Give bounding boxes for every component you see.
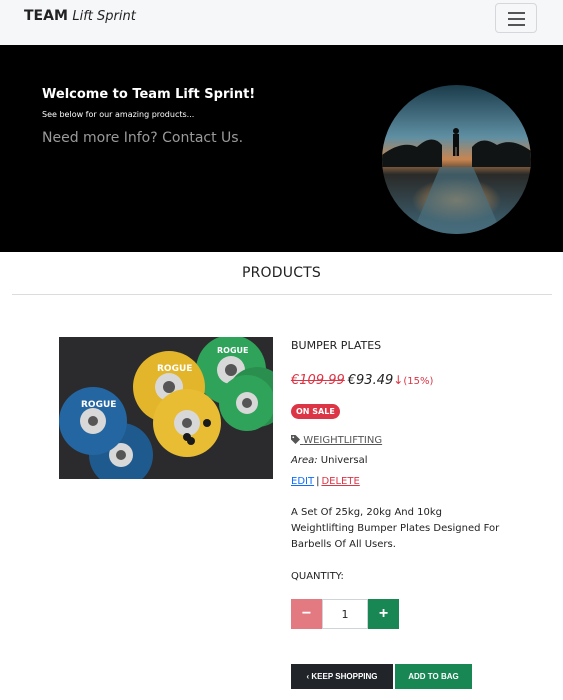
hero-title: Welcome to Team Lift Sprint! (42, 87, 256, 102)
plate-brand-text: ROGUE (81, 400, 116, 410)
quantity-label: QUANTITY: (291, 571, 344, 582)
on-sale-badge: ON SALE (291, 404, 340, 419)
contact-link[interactable]: Need more Info? Contact Us. (42, 130, 243, 146)
category-label: WEIGHTLIFTING (303, 435, 383, 446)
admin-actions: EDIT | DELETE (291, 476, 360, 487)
products-heading: PRODUCTS (241, 265, 322, 281)
arrow-down-icon: ↓ (393, 373, 404, 387)
brand-name: Lift Sprint (72, 9, 136, 24)
product-image: ROGUE ROGUE ROGUE (59, 337, 273, 479)
product-name: BUMPER PLATES (291, 339, 382, 352)
price-row: €109.99 €93.49↓(15%) (291, 369, 433, 388)
increment-button[interactable]: + (368, 599, 399, 629)
plate-brand-text: ROGUE (157, 364, 192, 374)
separator: | (316, 476, 320, 487)
edit-link[interactable]: EDIT (291, 476, 314, 487)
hamburger-icon (508, 12, 525, 14)
hero-runner-image (382, 85, 531, 234)
hero-banner: Welcome to Team Lift Sprint! See below f… (0, 45, 563, 252)
brand-logo[interactable]: TEAM Lift Sprint (24, 7, 136, 26)
decrement-button[interactable]: − (291, 599, 322, 629)
add-to-bag-button[interactable]: ADD TO BAG (395, 664, 472, 689)
category-link[interactable]: WEIGHTLIFTING (291, 435, 382, 446)
hamburger-icon-bar (508, 24, 525, 26)
quantity-input[interactable] (322, 599, 368, 629)
tag-icon (291, 435, 303, 446)
original-price: €109.99 (291, 373, 345, 388)
chevron-left-icon: ‹ (306, 672, 310, 681)
hamburger-icon-bar (508, 18, 525, 20)
brand-team: TEAM (24, 8, 68, 24)
quantity-stepper: − + (291, 599, 399, 629)
keep-shopping-label: KEEP SHOPPING (311, 672, 378, 681)
area-value: Universal (320, 455, 368, 466)
keep-shopping-button[interactable]: ‹ KEEP SHOPPING (291, 664, 393, 689)
navbar: TEAM Lift Sprint (0, 0, 563, 45)
product-description: A Set Of 25kg, 20kg And 10kg Weightlifti… (291, 507, 500, 550)
divider (12, 294, 552, 295)
area-label: Area: (291, 455, 318, 466)
plate-brand-text: ROGUE (217, 346, 249, 355)
sale-price: €93.49 (347, 373, 394, 388)
menu-toggle-button[interactable] (495, 3, 537, 33)
area-info: Area: Universal (291, 455, 368, 466)
discount-percent: (15%) (403, 376, 434, 387)
delete-link[interactable]: DELETE (321, 476, 359, 487)
hero-subtitle: See below for our amazing products... (42, 110, 195, 119)
